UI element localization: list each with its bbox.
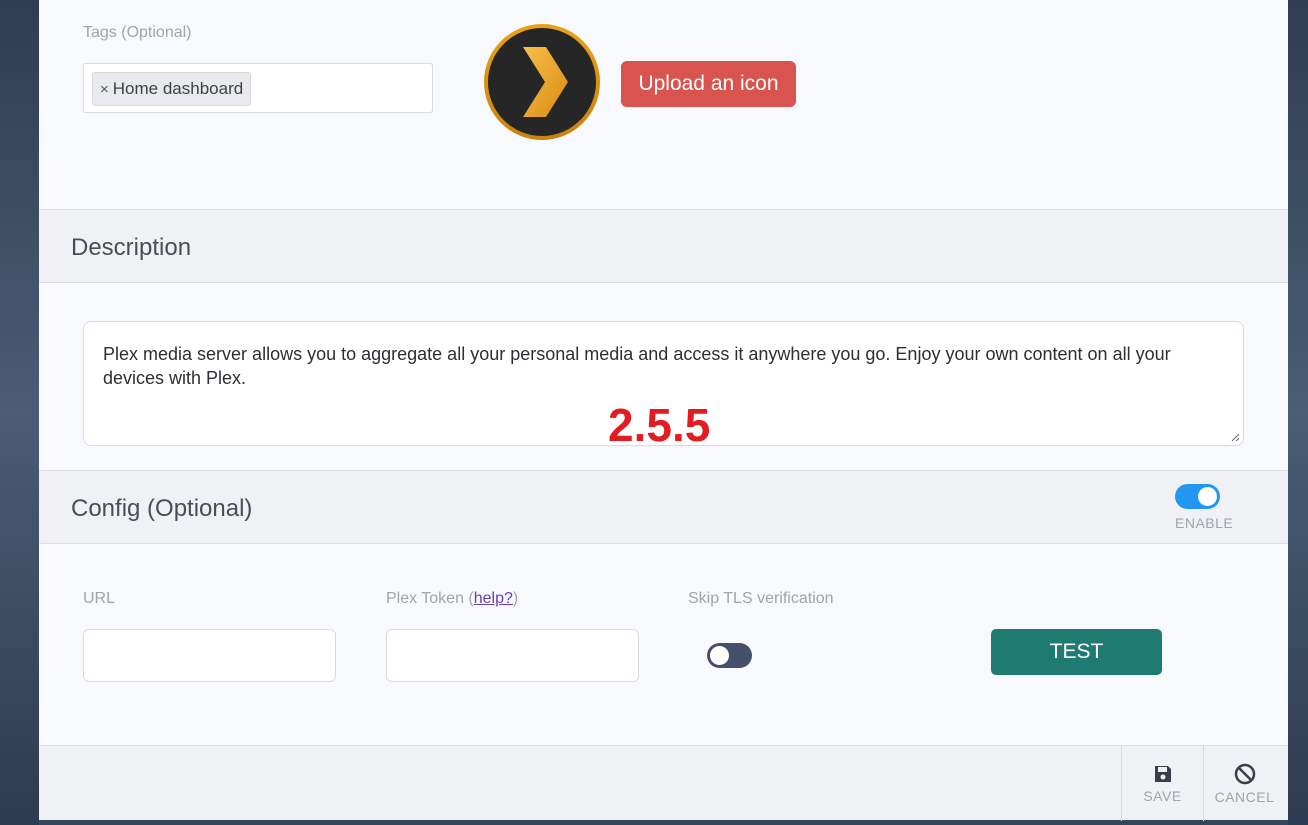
background-left (0, 0, 39, 825)
token-label-close: ) (512, 590, 519, 607)
tag-label: Home dashboard (112, 79, 244, 98)
skip-tls-label: Skip TLS verification (688, 590, 834, 607)
tag-chip: × Home dashboard (92, 72, 252, 106)
upload-icon-button[interactable]: Upload an icon (621, 61, 796, 107)
toggle-knob (710, 646, 729, 665)
cancel-icon (1234, 763, 1255, 784)
plex-logo-icon (484, 24, 600, 140)
cancel-label: CANCEL (1214, 788, 1275, 805)
tags-label: Tags (Optional) (83, 24, 192, 41)
token-help-link[interactable]: help? (474, 590, 513, 607)
plex-token-input[interactable] (386, 629, 639, 682)
url-label: URL (83, 590, 116, 607)
description-title: Description (71, 234, 192, 261)
description-text: Plex media server allows you to aggregat… (103, 344, 1171, 388)
description-header: Description (39, 209, 1288, 283)
app-edit-panel: Tags (Optional) × Home dashboard Upload … (39, 0, 1288, 821)
plex-token-label: Plex Token (help?) (386, 590, 518, 608)
config-title: Config (Optional) (71, 495, 253, 522)
save-label: SAVE (1143, 787, 1182, 804)
version-overlay: 2.5.5 (608, 399, 711, 451)
test-button[interactable]: TEST (991, 629, 1162, 675)
enable-label: ENABLE (1175, 515, 1234, 531)
resize-handle-icon[interactable] (1230, 432, 1240, 442)
tag-remove-icon[interactable]: × (100, 81, 109, 98)
save-button[interactable]: SAVE (1121, 746, 1203, 821)
toggle-knob (1198, 487, 1217, 506)
footer-bar: SAVE CANCEL (39, 745, 1288, 821)
url-input[interactable] (83, 629, 336, 682)
skip-tls-toggle[interactable] (707, 643, 752, 668)
background-right (1288, 0, 1308, 825)
config-header: Config (Optional) (39, 470, 1288, 544)
tags-input[interactable]: × Home dashboard (83, 63, 433, 113)
save-icon (1154, 765, 1171, 782)
cancel-button[interactable]: CANCEL (1203, 746, 1285, 821)
enable-toggle[interactable] (1175, 484, 1220, 509)
token-label-text: Plex Token ( (386, 590, 474, 607)
